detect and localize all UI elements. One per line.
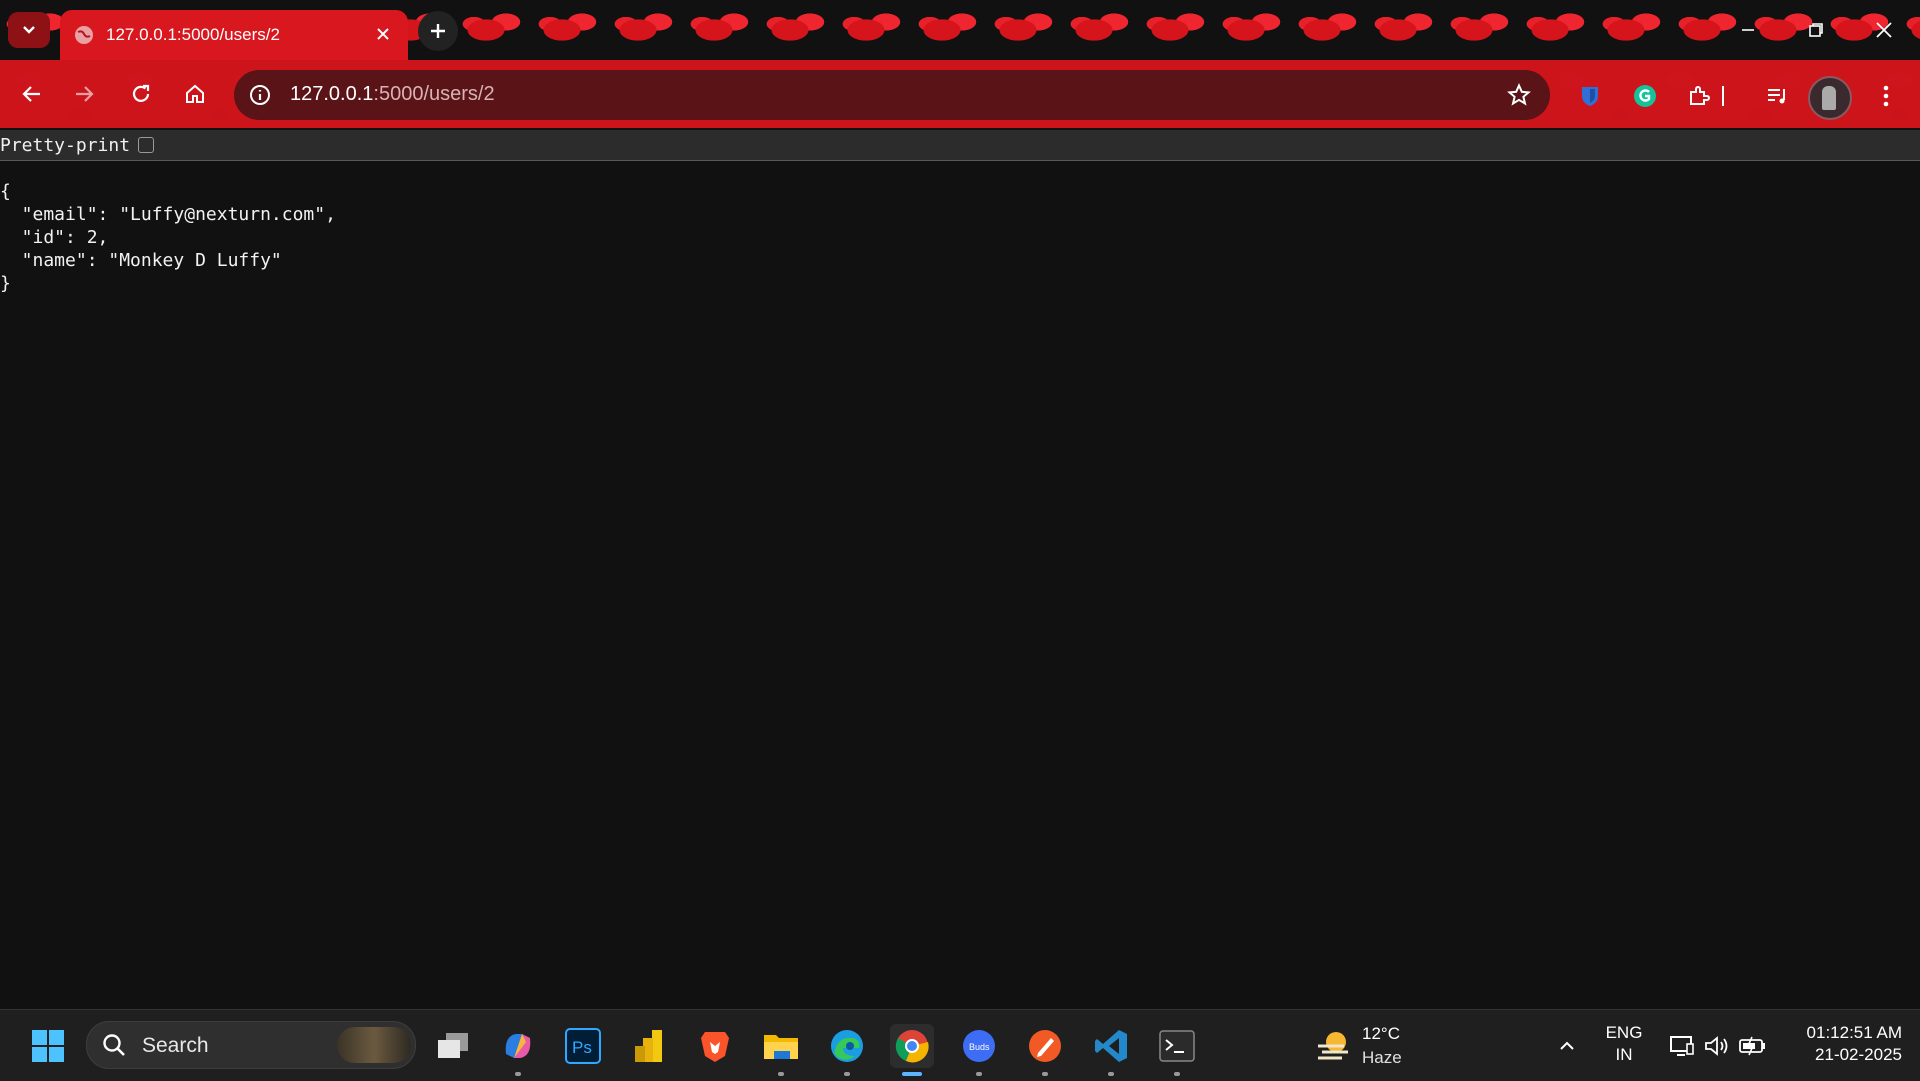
restore-icon <box>1809 23 1823 37</box>
search-label: Search <box>142 1034 209 1057</box>
weather-widget[interactable]: 12°C Haze <box>1310 1022 1460 1070</box>
window-close-button[interactable] <box>1862 8 1906 52</box>
taskbar-search[interactable]: Search <box>86 1021 416 1069</box>
terminal-icon <box>1159 1030 1195 1062</box>
active-tab[interactable]: 127.0.0.1:5000/users/2 <box>60 10 408 60</box>
menu-icon[interactable] <box>1866 76 1906 116</box>
url-host: 127.0.0.1 <box>290 83 374 105</box>
reload-button[interactable] <box>121 74 161 114</box>
windows-icon <box>32 1030 64 1062</box>
pretty-print-label: Pretty-print <box>0 134 131 156</box>
address-bar[interactable]: 127.0.0.1:5000/users/2 <box>234 70 1550 120</box>
chrome-icon <box>895 1030 929 1063</box>
extensions-icon[interactable] <box>1679 76 1719 116</box>
haze-sun-icon <box>1318 1032 1348 1060</box>
new-tab-button[interactable] <box>418 11 458 51</box>
grammarly-icon[interactable] <box>1625 76 1665 116</box>
tab-search-button[interactable] <box>8 12 50 48</box>
running-indicator <box>778 1072 784 1076</box>
tab-close-icon[interactable] <box>370 21 396 47</box>
svg-text:Ps: Ps <box>572 1038 592 1057</box>
running-indicator <box>515 1072 521 1076</box>
clock[interactable]: 01:12:51 AM 21-02-2025 <box>1782 1022 1902 1066</box>
json-line: } <box>0 273 11 294</box>
clock-time: 01:12:51 AM <box>1806 1023 1902 1042</box>
taskbar-app-galaxy-buds[interactable]: Buds <box>957 1024 1001 1076</box>
json-line: { <box>0 181 11 202</box>
chevron-up-icon <box>1560 1041 1574 1050</box>
copilot-icon <box>505 1034 531 1058</box>
taskbar-app-copilot[interactable] <box>496 1024 540 1076</box>
star-icon[interactable] <box>1506 82 1532 108</box>
vscode-icon <box>1095 1030 1127 1062</box>
media-control-icon[interactable] <box>1757 76 1797 116</box>
active-indicator <box>902 1072 922 1076</box>
svg-text:Buds: Buds <box>969 1042 990 1052</box>
taskbar-app-brave[interactable] <box>693 1024 737 1068</box>
reload-icon <box>132 84 150 102</box>
home-icon <box>186 84 204 103</box>
galaxy-buds-icon: Buds <box>963 1030 995 1062</box>
pen-icon <box>1029 1030 1061 1062</box>
browser-chrome: 127.0.0.1:5000/users/2 127.0.0.1:5000/us… <box>0 0 1920 128</box>
language-indicator[interactable]: ENG IN <box>1597 1022 1651 1066</box>
clock-date: 21-02-2025 <box>1815 1045 1902 1064</box>
restore-button[interactable] <box>1794 8 1838 52</box>
taskbar-app-photoshop[interactable]: Ps <box>561 1024 605 1068</box>
folder-icon <box>764 1035 798 1059</box>
toolbar-divider <box>1718 76 1728 116</box>
weather-temp: 12°C <box>1362 1024 1400 1043</box>
address-url[interactable]: 127.0.0.1:5000/users/2 <box>290 83 495 106</box>
json-line: "email": "Luffy@nexturn.com", <box>0 204 336 225</box>
search-highlight-image <box>337 1027 411 1063</box>
profile-avatar[interactable] <box>1808 76 1852 120</box>
photoshop-icon: Ps <box>565 1028 601 1064</box>
taskbar-app-file-explorer[interactable] <box>759 1024 803 1076</box>
taskbar-app-chrome[interactable] <box>890 1024 934 1076</box>
taskbar-app-vscode[interactable] <box>1089 1024 1133 1076</box>
back-icon <box>22 86 40 102</box>
search-icon <box>103 1034 125 1056</box>
home-button[interactable] <box>175 74 215 114</box>
taskbar-app-task-view[interactable] <box>431 1024 475 1068</box>
taskbar-app-pen-tool[interactable] <box>1023 1024 1067 1076</box>
pretty-print-bar: Pretty-print <box>0 130 1920 161</box>
running-indicator <box>1108 1072 1114 1076</box>
plus-icon <box>431 24 445 38</box>
json-body: { "email": "Luffy@nexturn.com", "id": 2,… <box>0 180 336 295</box>
taskbar-app-power-bi[interactable] <box>627 1024 671 1068</box>
running-indicator <box>1174 1072 1180 1076</box>
brave-icon <box>701 1032 729 1062</box>
power-bi-icon <box>635 1030 662 1062</box>
running-indicator <box>1042 1072 1048 1076</box>
bitwarden-icon[interactable] <box>1570 76 1610 116</box>
running-indicator <box>844 1072 850 1076</box>
edge-icon <box>831 1030 863 1062</box>
taskbar-app-edge[interactable] <box>825 1024 869 1076</box>
battery-icon[interactable] <box>1731 1024 1775 1068</box>
task-view-icon <box>438 1033 468 1058</box>
json-line: "id": 2, <box>0 227 109 248</box>
show-hidden-icons-button[interactable] <box>1545 1024 1589 1068</box>
tab-title: 127.0.0.1:5000/users/2 <box>106 25 280 44</box>
taskbar-app-terminal[interactable] <box>1155 1024 1199 1076</box>
forward-button[interactable] <box>64 74 104 114</box>
window-close-icon <box>1876 22 1892 38</box>
language-code: ENG <box>1605 1023 1643 1042</box>
weather-condition: Haze <box>1362 1048 1402 1067</box>
forward-icon <box>76 86 94 102</box>
start-button[interactable] <box>26 1024 70 1068</box>
back-button[interactable] <box>12 74 52 114</box>
minimize-icon <box>1742 29 1754 31</box>
language-region: IN <box>1615 1045 1633 1064</box>
json-line: "name": "Monkey D Luffy" <box>0 250 282 271</box>
globe-icon <box>72 23 96 47</box>
taskbar: Search Ps Buds 12°C Haze ENG IN 01:12:51… <box>0 1009 1920 1081</box>
running-indicator <box>976 1072 982 1076</box>
url-path: :5000/users/2 <box>373 83 495 105</box>
chevron-down-icon <box>23 26 35 34</box>
info-icon[interactable] <box>248 83 272 107</box>
pretty-print-checkbox[interactable] <box>138 137 155 153</box>
minimize-button[interactable] <box>1726 8 1770 52</box>
